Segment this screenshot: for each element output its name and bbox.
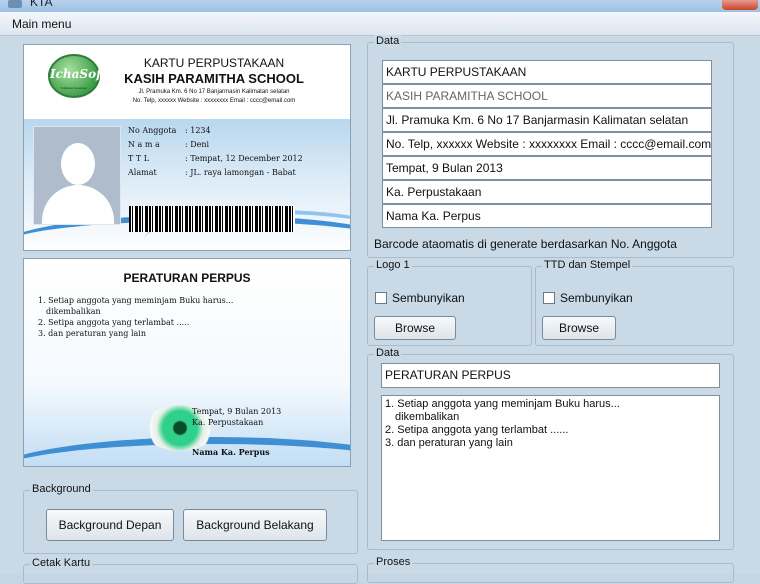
card-front-header: IchaSoft Software Developer KARTU PERPUS…: [24, 45, 350, 119]
barcode: [129, 206, 295, 232]
place-date-input[interactable]: Tempat, 9 Bulan 2013: [382, 156, 712, 180]
ttd-label: TTD dan Stempel: [542, 259, 633, 271]
close-button[interactable]: [722, 0, 758, 10]
ttd-browse-button[interactable]: Browse: [542, 316, 616, 340]
data-group: Data KARTU PERPUSTAKAAN KASIH PARAMITHA …: [367, 35, 734, 258]
logo1-label: Logo 1: [374, 259, 412, 271]
address-input[interactable]: Jl. Pramuka Km. 6 No 17 Banjarmasin Kali…: [382, 108, 712, 132]
rules-title-input[interactable]: PERATURAN PERPUS: [381, 363, 720, 388]
logo1-hide-label: Sembunyikan: [392, 291, 465, 305]
ttd-hide-checkbox[interactable]: [543, 292, 555, 304]
ttd-group: TTD dan Stempel Sembunyikan Browse: [535, 259, 734, 346]
sign-role: Ka. Perpustakaan: [192, 418, 264, 427]
background-label: Background: [30, 483, 93, 495]
print-card-label: Cetak Kartu: [30, 557, 93, 569]
sign-place-date: Tempat, 9 Bulan 2013: [192, 407, 282, 416]
card-contact: No. Telp, xxxxxx Website : xxxxxxxx Emai…: [132, 98, 296, 104]
card-title-input[interactable]: KARTU PERPUSTAKAAN: [382, 60, 712, 84]
card-title: KARTU PERPUSTAKAAN: [143, 56, 285, 70]
app-icon: [8, 0, 22, 8]
logo1-group: Logo 1 Sembunyikan Browse: [367, 259, 532, 346]
data-label: Data: [374, 35, 402, 47]
window-title: KTA: [30, 0, 53, 9]
rules-data-group: Data PERATURAN PERPUS 1. Setiap anggota …: [367, 347, 734, 550]
school-name-input[interactable]: KASIH PARAMITHA SCHOOL: [382, 84, 712, 108]
title-bar: KTA: [0, 0, 760, 12]
sign-name: Nama Ka. Perpus: [192, 447, 270, 457]
rules-list: 1. Setiap anggota yang meminjam Buku har…: [38, 296, 234, 338]
rules-data-label: Data: [374, 347, 402, 359]
background-group: Background Background Depan Background B…: [23, 483, 358, 554]
school-name: KASIH PARAMITHA SCHOOL: [124, 71, 304, 86]
rules-title: PERATURAN PERPUS: [123, 271, 251, 285]
logo1-browse-button[interactable]: Browse: [374, 316, 456, 340]
background-back-button[interactable]: Background Belakang: [183, 509, 327, 541]
card-address: Jl. Pramuka Km. 6 No 17 Banjarmasin Kali…: [138, 89, 290, 95]
menu-bar: Main menu: [0, 12, 760, 36]
card-back-preview: PERATURAN PERPUS 1. Setiap anggota yang …: [23, 258, 351, 467]
menu-main[interactable]: Main menu: [6, 17, 77, 31]
process-group: Proses: [367, 556, 734, 583]
barcode-note: Barcode ataomatis di generate berdasarka…: [374, 237, 677, 251]
head-name-input[interactable]: Nama Ka. Perpus: [382, 204, 712, 228]
logo1-hide-checkbox[interactable]: [375, 292, 387, 304]
ttd-hide-label: Sembunyikan: [560, 291, 633, 305]
contact-input[interactable]: No. Telp, xxxxxx Website : xxxxxxxx Emai…: [382, 132, 712, 156]
member-photo: [33, 126, 121, 225]
background-front-button[interactable]: Background Depan: [46, 509, 174, 541]
rules-textarea[interactable]: 1. Setiap anggota yang meminjam Buku har…: [381, 395, 720, 541]
card-front-preview: IchaSoft Software Developer KARTU PERPUS…: [23, 44, 351, 251]
role-input[interactable]: Ka. Perpustakaan: [382, 180, 712, 204]
process-label: Proses: [374, 556, 413, 568]
logo-image: IchaSoft Software Developer: [48, 54, 107, 98]
print-card-group: Cetak Kartu: [23, 557, 358, 584]
